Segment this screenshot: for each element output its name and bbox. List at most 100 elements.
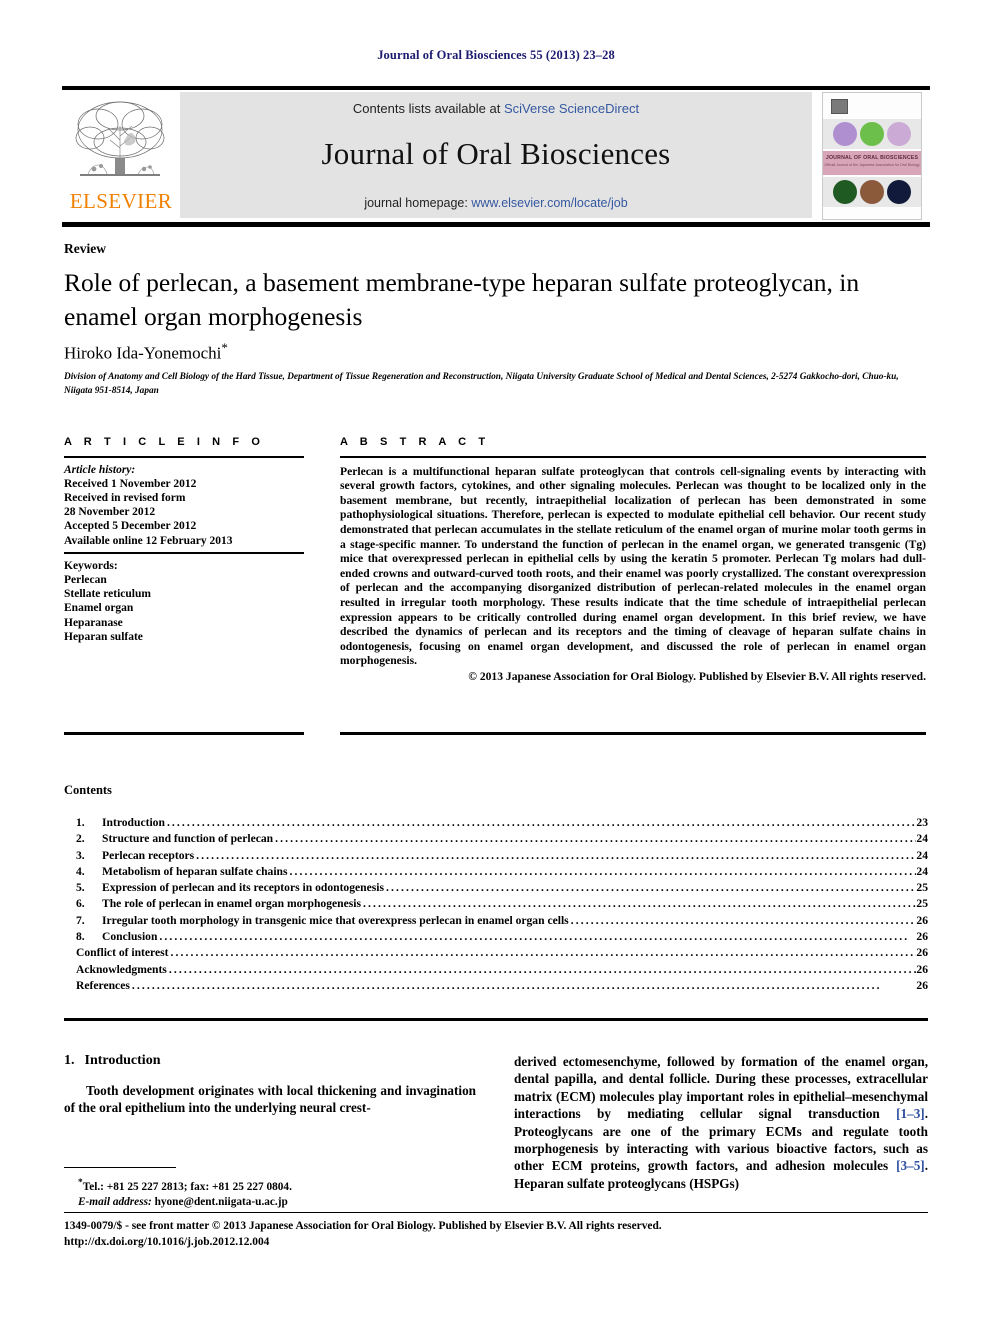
toc-label[interactable]: The role of perlecan in enamel organ mor… — [102, 897, 361, 910]
history-line: Available online 12 February 2013 — [64, 534, 233, 547]
footer-block: 1349-0079/$ - see front matter © 2013 Ja… — [64, 1219, 934, 1250]
abstract-bottom-rule — [340, 732, 926, 735]
toc-leader-dots: ........................................… — [168, 962, 917, 976]
toc-leader-dots: ........................................… — [289, 864, 917, 878]
toc-leader-dots: ........................................… — [166, 816, 917, 829]
toc-row[interactable]: 8. Conclusion ..........................… — [76, 930, 928, 946]
author-name-text: Hiroko Ida-Yonemochi — [64, 343, 222, 363]
introduction-number: 1. — [64, 1053, 75, 1068]
toc-row[interactable]: References .............................… — [76, 979, 928, 995]
sciencedirect-link[interactable]: SciVerse ScienceDirect — [504, 101, 639, 116]
abstract-copyright: © 2013 Japanese Association for Oral Bio… — [468, 669, 926, 683]
keyword-item: Enamel organ — [64, 602, 134, 615]
footnote-tel-line: *Tel.: +81 25 227 2813; fax: +81 25 227 … — [64, 1176, 484, 1195]
introduction-heading: 1. Introduction — [64, 1053, 476, 1069]
intro-text-a: derived ectomesenchyme, followed by form… — [514, 1054, 928, 1122]
email-address-label: E-mail address: — [78, 1195, 152, 1208]
toc-label[interactable]: Introduction — [102, 816, 165, 829]
toc-row[interactable]: 4. Metabolism of heparan sulfate chains … — [76, 865, 928, 881]
homepage-prefix: journal homepage: — [364, 196, 472, 210]
toc-page-number: 26 — [916, 913, 928, 927]
article-info-heading: A R T I C L E I N F O — [64, 436, 265, 448]
cover-circle-6 — [887, 180, 911, 204]
elsevier-logo: ELSEVIER — [62, 92, 180, 218]
reference-link-2[interactable]: [3–5] — [896, 1158, 925, 1173]
keyword-item: Heparanase — [64, 616, 123, 629]
toc-number: 7. — [76, 913, 85, 927]
toc-number: 2. — [76, 832, 85, 846]
toc-label[interactable]: References — [76, 979, 130, 992]
contents-heading: Contents — [64, 783, 112, 797]
cover-circle-2 — [860, 122, 884, 146]
toc-row[interactable]: Acknowledgments ........................… — [76, 963, 928, 979]
toc-row[interactable]: 2. Structure and function of perlecan ..… — [76, 832, 928, 848]
toc-row[interactable]: 7. Irregular tooth morphology in transge… — [76, 914, 928, 930]
footnote-tel-text: Tel.: +81 25 227 2813; fax: +81 25 227 0… — [82, 1180, 292, 1193]
keyword-item: Stellate reticulum — [64, 588, 151, 601]
journal-title: Journal of Oral Biosciences — [321, 136, 671, 171]
toc-row[interactable]: 1. Introduction ........................… — [76, 816, 928, 832]
masthead-body: ELSEVIER Contents lists available at Sci… — [62, 92, 930, 220]
toc-leader-dots: ........................................… — [386, 881, 916, 895]
toc-row[interactable]: Conflict of interest ...................… — [76, 946, 928, 962]
cover-circle-4 — [833, 180, 857, 204]
contents-lists-prefix: Contents lists available at — [352, 101, 504, 116]
page-canvas: Journal of Oral Biosciences 55 (2013) 23… — [0, 0, 992, 1323]
journal-cover-thumbnail[interactable]: JOURNAL OF ORAL BIOSCIENCES Official Jou… — [822, 92, 922, 220]
author-name: Hiroko Ida-Yonemochi* — [64, 340, 228, 364]
toc-label[interactable]: Conflict of interest — [76, 946, 169, 959]
introduction-paragraph-left: Tooth development originates with local … — [64, 1083, 476, 1116]
masthead-top-rule — [62, 86, 930, 90]
contents-lists-line: Contents lists available at SciVerse Sci… — [180, 101, 812, 116]
toc-label[interactable]: Irregular tooth morphology in transgenic… — [102, 914, 569, 927]
email-address-value[interactable]: hyone@dent.niigata-u.ac.jp — [155, 1196, 288, 1208]
toc-label[interactable]: Expression of perlecan and its receptors… — [102, 881, 384, 894]
issn-copyright-line: 1349-0079/$ - see front matter © 2013 Ja… — [64, 1220, 662, 1232]
toc-label[interactable]: Conclusion — [102, 930, 157, 943]
corresponding-author-footnote: *Tel.: +81 25 227 2813; fax: +81 25 227 … — [64, 1176, 484, 1210]
elsevier-tree-icon — [75, 101, 165, 176]
keyword-item: Heparan sulfate — [64, 630, 143, 643]
toc-leader-dots: ........................................… — [170, 946, 917, 960]
author-affiliation: Division of Anatomy and Cell Biology of … — [64, 372, 899, 396]
abstract-heading: A B S T R A C T — [340, 436, 490, 448]
toc-label[interactable]: Acknowledgments — [76, 963, 167, 976]
toc-label[interactable]: Metabolism of heparan sulfate chains — [102, 865, 288, 878]
toc-page-number: 23 — [916, 816, 928, 829]
article-type-label: Review — [64, 241, 106, 256]
article-info-column: A R T I C L E I N F O Article history: R… — [64, 436, 304, 644]
toc-page-number: 25 — [916, 897, 928, 911]
toc-page-number: 26 — [916, 930, 928, 944]
journal-homepage-link[interactable]: www.elsevier.com/locate/job — [471, 196, 627, 210]
toc-page-number: 26 — [916, 962, 928, 976]
introduction-heading-text: Introduction — [84, 1053, 161, 1068]
history-line: Received 1 November 2012 — [64, 477, 197, 490]
table-of-contents: 1. Introduction ........................… — [76, 816, 928, 995]
toc-page-number: 26 — [916, 978, 928, 992]
toc-page-number: 24 — [916, 832, 928, 846]
toc-row[interactable]: 5. Expression of perlecan and its recept… — [76, 881, 928, 897]
toc-number: 1. — [76, 816, 85, 829]
abstract-body: Perlecan is a multifunctional heparan su… — [340, 464, 926, 668]
toc-number: 8. — [76, 930, 85, 944]
toc-row[interactable]: 3. Perlecan receptors ..................… — [76, 849, 928, 865]
toc-page-number: 24 — [916, 864, 928, 878]
introduction-left-column: 1. Introduction Tooth development origina… — [64, 1053, 476, 1117]
cover-circle-1 — [833, 122, 857, 146]
toc-leader-dots: ........................................… — [363, 897, 917, 911]
reference-link-1[interactable]: [1–3] — [896, 1106, 925, 1121]
doi-link[interactable]: http://dx.doi.org/10.1016/j.job.2012.12.… — [64, 1235, 934, 1251]
introduction-paragraph-right: derived ectomesenchyme, followed by form… — [514, 1053, 928, 1192]
toc-label[interactable]: Structure and function of perlecan — [102, 832, 273, 845]
footer-top-rule — [64, 1212, 928, 1214]
journal-homepage-line: journal homepage: www.elsevier.com/locat… — [180, 196, 812, 210]
footnote-email-line: E-mail address: hyone@dent.niigata-u.ac.… — [64, 1195, 484, 1210]
toc-page-number: 24 — [916, 848, 928, 862]
toc-label[interactable]: Perlecan receptors — [102, 849, 194, 862]
toc-row[interactable]: 6. The role of perlecan in enamel organ … — [76, 897, 928, 913]
history-line: Accepted 5 December 2012 — [64, 520, 197, 533]
toc-number: 3. — [76, 848, 85, 862]
footnote-separator-rule — [64, 1167, 176, 1169]
toc-leader-dots: ........................................… — [131, 978, 882, 992]
toc-leader-dots: ........................................… — [196, 848, 917, 862]
